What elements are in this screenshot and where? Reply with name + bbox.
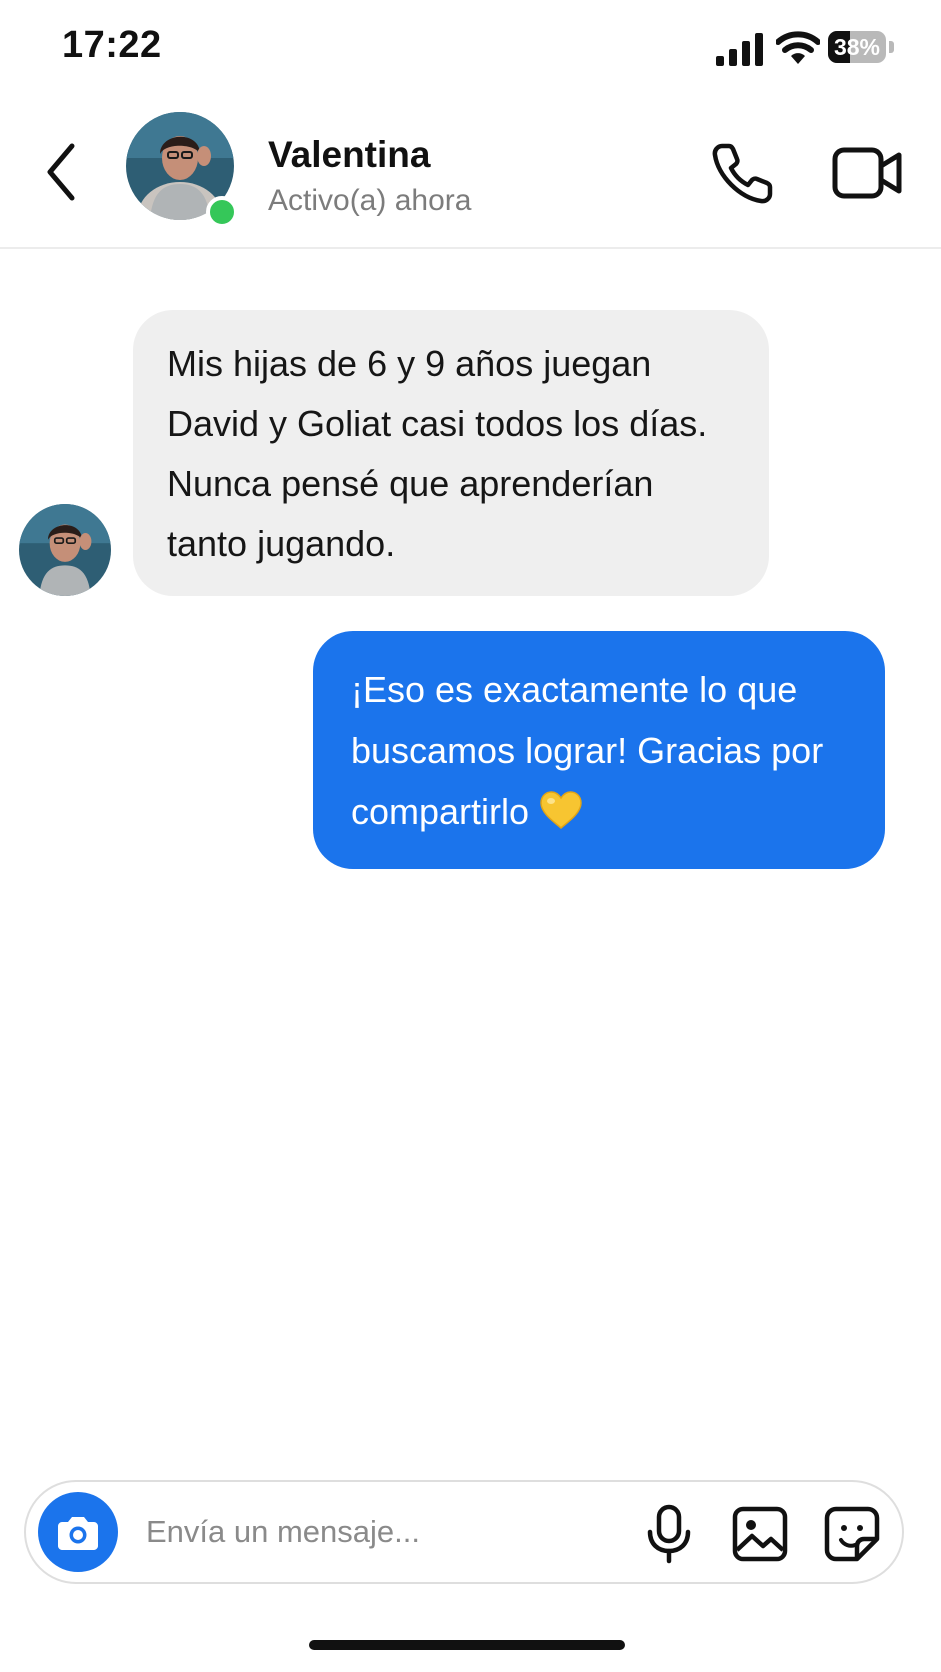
- outgoing-message-bubble[interactable]: ¡Eso es exactamente lo que buscamos logr…: [313, 631, 885, 869]
- phone-icon: [712, 143, 773, 204]
- message-line: buscamos lograr! Gracias por: [351, 730, 824, 771]
- message-line: David y Goliat casi todos los días.: [167, 403, 708, 444]
- contact-name[interactable]: Valentina: [268, 134, 430, 176]
- chat-header: Valentina Activo(a) ahora: [0, 100, 941, 249]
- message-line: ¡Eso es exactamente lo que: [351, 669, 798, 710]
- wifi-icon: [776, 31, 820, 64]
- chevron-left-icon: [47, 143, 75, 201]
- yellow-heart-emoji-icon: [540, 791, 582, 830]
- sticker-icon: [824, 1506, 880, 1562]
- sticker-button[interactable]: [824, 1506, 880, 1562]
- video-call-button[interactable]: [832, 140, 904, 206]
- camera-icon: [58, 1517, 98, 1550]
- back-button[interactable]: [36, 136, 92, 208]
- battery-icon: 38%: [828, 31, 896, 65]
- incoming-message-bubble[interactable]: Mis hijas de 6 y 9 años juegan David y G…: [133, 310, 769, 596]
- video-camera-icon: [832, 147, 902, 199]
- online-indicator: [206, 196, 238, 228]
- microphone-button[interactable]: [644, 1504, 694, 1564]
- contact-status: Activo(a) ahora: [268, 184, 472, 217]
- home-indicator[interactable]: [309, 1640, 625, 1650]
- message-input[interactable]: [146, 1506, 646, 1558]
- status-bar: 17:22 38%: [0, 0, 941, 100]
- message-composer: [24, 1480, 904, 1584]
- image-icon: [732, 1506, 788, 1562]
- message-line: compartirlo: [351, 791, 530, 832]
- status-time: 17:22: [62, 24, 162, 66]
- message-line: Nunca pensé que aprenderían: [167, 463, 654, 504]
- message-line: Mis hijas de 6 y 9 años juegan: [167, 343, 652, 384]
- signal-icon: [716, 33, 763, 66]
- avatar-image: [19, 504, 111, 596]
- voice-call-button[interactable]: [708, 138, 778, 208]
- battery-percentage: 38%: [833, 34, 881, 60]
- gallery-button[interactable]: [732, 1506, 788, 1562]
- microphone-icon: [647, 1504, 691, 1564]
- message-sender-avatar[interactable]: [19, 504, 111, 596]
- message-line: tanto jugando.: [167, 523, 396, 564]
- camera-button[interactable]: [38, 1492, 118, 1572]
